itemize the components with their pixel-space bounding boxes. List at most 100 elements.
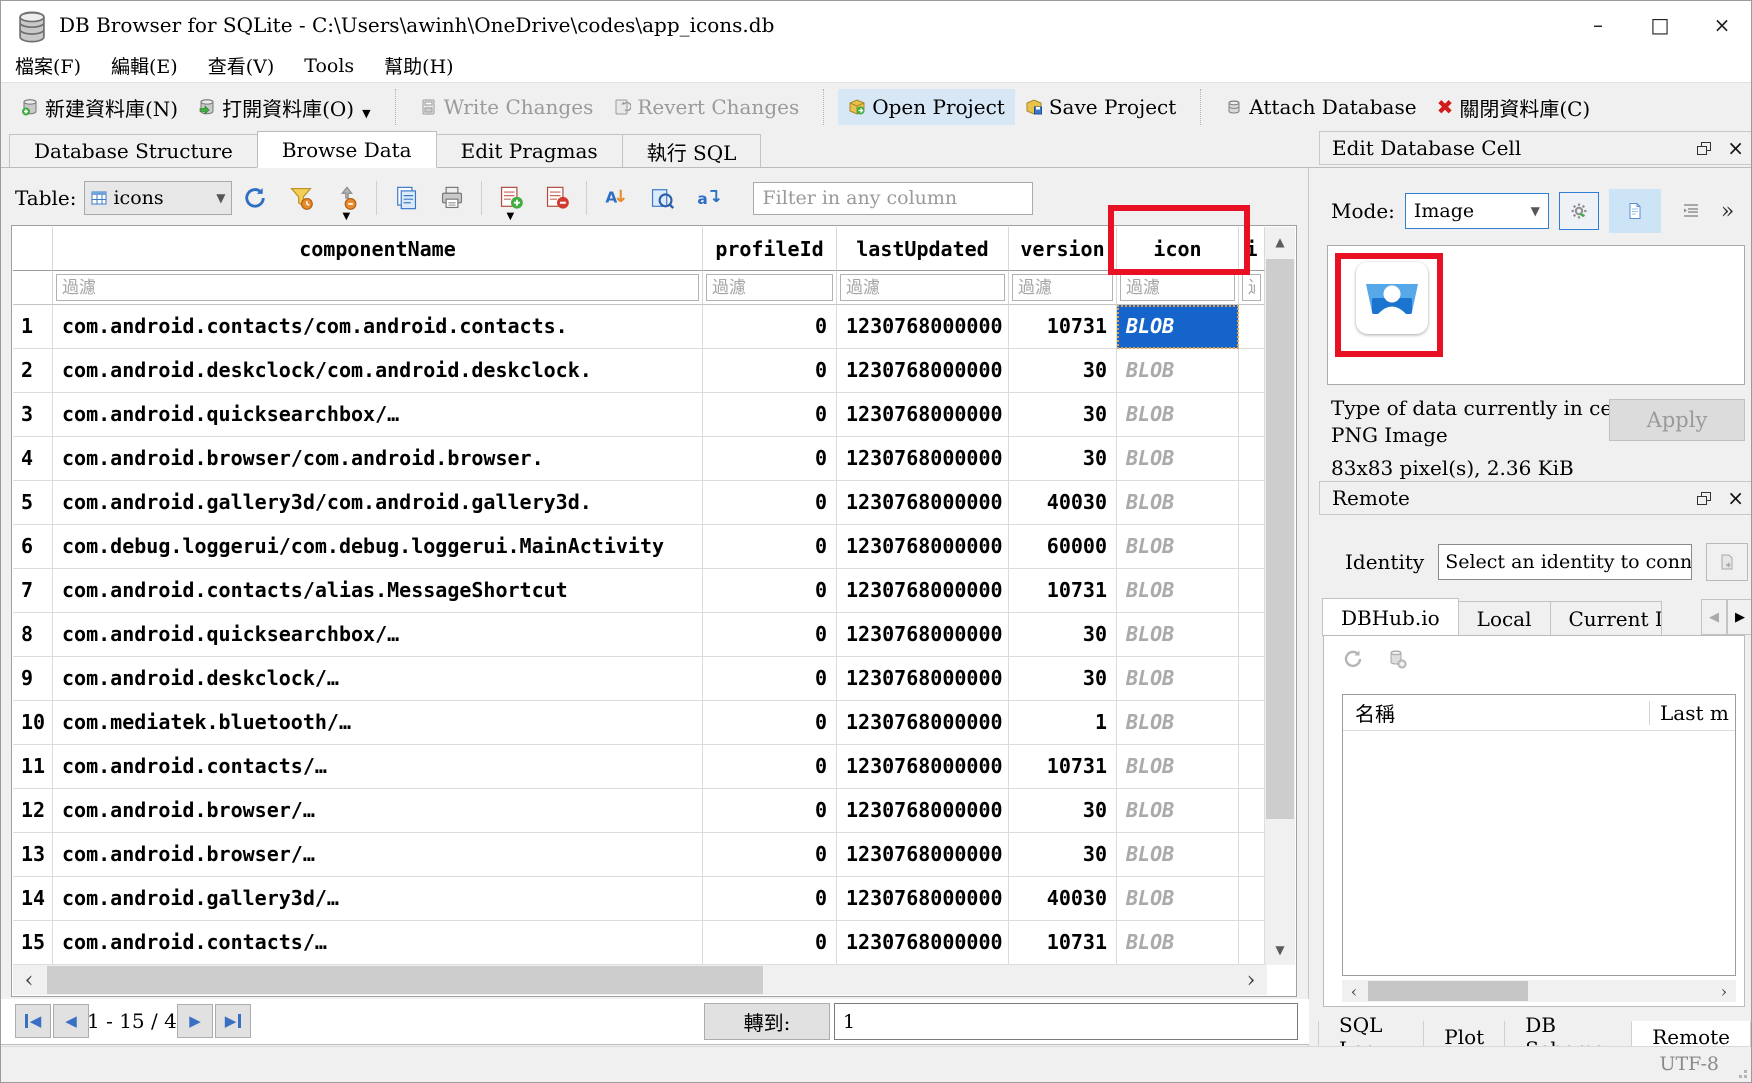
remote-database-list[interactable]: 名稱 Last m xyxy=(1342,694,1736,976)
cell-profileId[interactable]: 0 xyxy=(703,525,837,569)
filter-any-column-input[interactable] xyxy=(753,182,1033,215)
tab-dbhub[interactable]: DBHub.io xyxy=(1322,598,1459,636)
title-bar[interactable]: DB Browser for SQLite - C:\Users\awinh\O… xyxy=(1,1,1752,49)
filter-icon[interactable] xyxy=(288,185,314,211)
cell-componentName[interactable]: com.android.deskclock/com.android.deskcl… xyxy=(53,349,703,393)
cell-extra[interactable] xyxy=(1239,877,1265,921)
attach-database-button[interactable]: Attach Database xyxy=(1215,89,1426,125)
cell-extra[interactable] xyxy=(1239,657,1265,701)
close-button[interactable]: × xyxy=(1691,1,1752,49)
tab-local[interactable]: Local xyxy=(1458,601,1551,635)
cell-profileId[interactable]: 0 xyxy=(703,745,837,789)
cell-componentName[interactable]: com.android.browser/… xyxy=(53,833,703,877)
maximize-button[interactable]: □ xyxy=(1629,1,1691,49)
cell-icon[interactable]: BLOB xyxy=(1117,833,1239,877)
grid-corner[interactable] xyxy=(13,227,53,271)
cell-icon[interactable]: BLOB xyxy=(1117,657,1239,701)
close-panel-icon[interactable]: × xyxy=(1727,138,1744,158)
cell-icon[interactable]: BLOB xyxy=(1117,701,1239,745)
cell-extra[interactable] xyxy=(1239,745,1265,789)
identity-select[interactable]: Select an identity to conne ▼ xyxy=(1438,544,1692,580)
scroll-up-icon[interactable]: ▲ xyxy=(1265,227,1295,257)
cell-profileId[interactable]: 0 xyxy=(703,613,837,657)
open-project-button[interactable]: Open Project xyxy=(838,89,1015,125)
cell-componentName[interactable]: com.android.contacts/… xyxy=(53,745,703,789)
tab-edit-pragmas[interactable]: Edit Pragmas xyxy=(436,134,623,167)
cell-icon[interactable]: BLOB xyxy=(1117,613,1239,657)
cell-profileId[interactable]: 0 xyxy=(703,569,837,613)
apply-button[interactable]: Apply xyxy=(1609,399,1745,441)
scroll-left-icon[interactable]: ‹ xyxy=(13,965,45,995)
cell-componentName[interactable]: com.android.quicksearchbox/… xyxy=(53,613,703,657)
row-number[interactable]: 10 xyxy=(13,701,53,745)
cell-extra[interactable] xyxy=(1239,701,1265,745)
last-page-button[interactable]: ▶ xyxy=(215,1004,251,1038)
cell-componentName[interactable]: com.debug.loggerui/com.debug.loggerui.Ma… xyxy=(53,525,703,569)
cell-lastUpdated[interactable]: 1230768000000 xyxy=(837,569,1009,613)
row-number[interactable]: 3 xyxy=(13,393,53,437)
cell-lastUpdated[interactable]: 1230768000000 xyxy=(837,393,1009,437)
filter-input-extra[interactable] xyxy=(1242,274,1261,301)
cell-extra[interactable] xyxy=(1239,833,1265,877)
clear-sort-icon[interactable]: ▼ xyxy=(334,185,360,211)
cell-version[interactable]: 10731 xyxy=(1009,745,1117,789)
float-panel-icon[interactable] xyxy=(1697,492,1711,505)
tab-current-database[interactable]: Current Dat xyxy=(1550,601,1662,635)
cell-componentName[interactable]: com.android.quicksearchbox/… xyxy=(53,393,703,437)
cell-icon[interactable]: BLOB xyxy=(1117,745,1239,789)
remote-list-scrollbar[interactable]: ‹ › xyxy=(1342,980,1736,1002)
cell-version[interactable]: 60000 xyxy=(1009,525,1117,569)
row-number[interactable]: 1 xyxy=(13,305,53,349)
vertical-scroll-thumb[interactable] xyxy=(1266,259,1294,819)
mode-select[interactable]: Image ▼ xyxy=(1405,193,1549,229)
column-header-componentName[interactable]: componentName xyxy=(53,227,703,271)
cell-profileId[interactable]: 0 xyxy=(703,305,837,349)
filter-input-componentName[interactable] xyxy=(56,274,699,301)
cell-componentName[interactable]: com.android.gallery3d/… xyxy=(53,877,703,921)
cell-icon[interactable]: BLOB xyxy=(1117,921,1239,965)
menu-edit[interactable]: 編輯(E) xyxy=(111,52,178,79)
more-options-button[interactable]: » xyxy=(1721,199,1732,224)
float-panel-icon[interactable] xyxy=(1697,142,1711,155)
column-header-version[interactable]: version xyxy=(1009,227,1117,271)
menu-view[interactable]: 查看(V) xyxy=(208,52,275,79)
cell-extra[interactable] xyxy=(1239,349,1265,393)
cell-lastUpdated[interactable]: 1230768000000 xyxy=(837,305,1009,349)
cell-icon[interactable]: BLOB xyxy=(1117,569,1239,613)
minimize-button[interactable]: – xyxy=(1567,1,1629,49)
cell-version[interactable]: 40030 xyxy=(1009,481,1117,525)
cell-profileId[interactable]: 0 xyxy=(703,877,837,921)
replace-icon[interactable]: a xyxy=(695,185,721,211)
cell-extra[interactable] xyxy=(1239,393,1265,437)
cell-lastUpdated[interactable]: 1230768000000 xyxy=(837,833,1009,877)
cell-version[interactable]: 10731 xyxy=(1009,305,1117,349)
cell-icon[interactable]: BLOB xyxy=(1117,525,1239,569)
cell-extra[interactable] xyxy=(1239,437,1265,481)
insert-record-dropdown-icon[interactable]: ▼ xyxy=(506,211,514,222)
goto-button[interactable]: 轉到: xyxy=(704,1003,830,1040)
cell-profileId[interactable]: 0 xyxy=(703,701,837,745)
cell-icon[interactable]: BLOB xyxy=(1117,437,1239,481)
menu-file[interactable]: 檔案(F) xyxy=(15,52,81,79)
open-database-button[interactable]: 打開資料庫(O) ▼ xyxy=(188,87,380,128)
cell-componentName[interactable]: com.android.browser/com.android.browser. xyxy=(53,437,703,481)
cell-lastUpdated[interactable]: 1230768000000 xyxy=(837,921,1009,965)
cell-version[interactable]: 40030 xyxy=(1009,877,1117,921)
cell-icon[interactable]: BLOB xyxy=(1117,877,1239,921)
cell-lastUpdated[interactable]: 1230768000000 xyxy=(837,701,1009,745)
cell-lastUpdated[interactable]: 1230768000000 xyxy=(837,349,1009,393)
cell-componentName[interactable]: com.android.contacts/alias.MessageShortc… xyxy=(53,569,703,613)
cell-icon[interactable]: BLOB xyxy=(1117,349,1239,393)
cell-version[interactable]: 30 xyxy=(1009,613,1117,657)
row-number[interactable]: 13 xyxy=(13,833,53,877)
cell-lastUpdated[interactable]: 1230768000000 xyxy=(837,481,1009,525)
cell-icon[interactable]: BLOB xyxy=(1117,305,1239,349)
cell-componentName[interactable]: com.android.gallery3d/com.android.galler… xyxy=(53,481,703,525)
cell-version[interactable]: 10731 xyxy=(1009,569,1117,613)
tab-execute-sql[interactable]: 執行 SQL xyxy=(622,134,762,167)
save-results-icon[interactable] xyxy=(393,185,419,211)
cell-version[interactable]: 10731 xyxy=(1009,921,1117,965)
cell-extra[interactable] xyxy=(1239,569,1265,613)
cell-profileId[interactable]: 0 xyxy=(703,393,837,437)
scroll-right-icon[interactable]: › xyxy=(1712,980,1736,1002)
